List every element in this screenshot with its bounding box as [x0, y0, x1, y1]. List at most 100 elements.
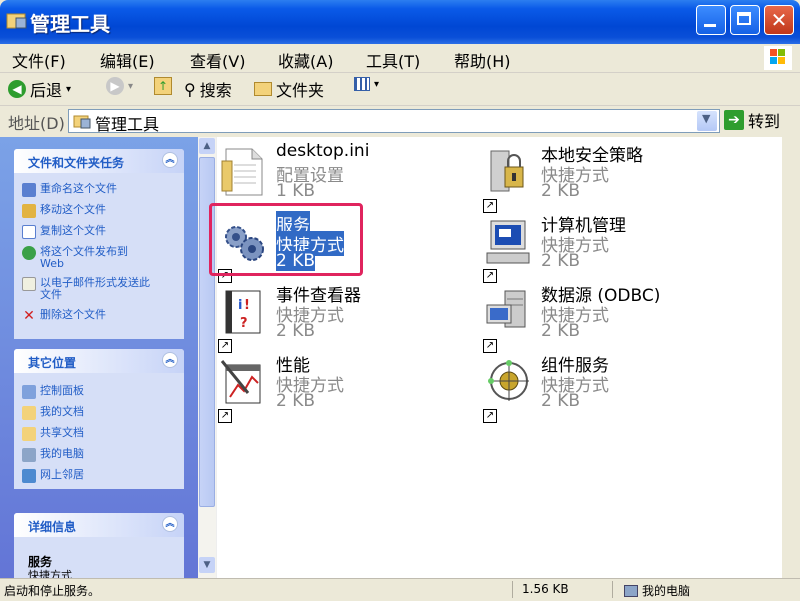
status-zone-label: 我的电脑: [642, 584, 691, 598]
search-button[interactable]: ⚲ 搜索: [184, 77, 232, 101]
file-tasks-panel: 文件和文件夹任务 ︽ 重命名这个文件 移动这个文件 复制这个文件 将这个文件发布…: [14, 149, 184, 339]
close-icon: ✕: [770, 8, 788, 32]
file-size: 2 KB: [541, 321, 581, 341]
collapse-chevron-icon[interactable]: ︽: [162, 152, 178, 168]
details-title: 详细信息: [28, 520, 77, 534]
back-dropdown-icon[interactable]: ▾: [66, 84, 71, 95]
place-my-documents[interactable]: 我的文档: [22, 406, 84, 420]
task-email[interactable]: 以电子邮件形式发送此文件: [22, 277, 152, 301]
address-value: 管理工具: [95, 115, 160, 134]
collapse-chevron-icon[interactable]: ︽: [162, 516, 178, 532]
chevron-down-icon: ▼: [702, 112, 711, 125]
menu-tools[interactable]: 工具(T): [366, 48, 420, 72]
file-size: 2 KB: [541, 391, 581, 411]
file-item-odbc[interactable]: ↗ 数据源 (ODBC) 快捷方式 2 KB: [483, 281, 723, 353]
window-title: 管理工具: [30, 12, 110, 36]
my-computer-icon: [22, 448, 36, 462]
details-header[interactable]: 详细信息 ︽: [14, 513, 184, 537]
task-delete-label: 删除这个文件: [40, 308, 106, 321]
place-network[interactable]: 网上邻居: [22, 469, 84, 483]
views-dropdown-icon: ▾: [374, 78, 380, 90]
details-panel: 详细信息 ︽ 服务 快捷方式: [14, 513, 184, 578]
views-button[interactable]: ▾: [354, 77, 379, 91]
up-folder-button[interactable]: ↑: [154, 77, 172, 95]
status-bar: 启动和停止服务。 1.56 KB 我的电脑: [0, 578, 800, 601]
task-delete[interactable]: ✕ 删除这个文件: [22, 308, 106, 324]
back-button[interactable]: ◀ 后退 ▾: [8, 77, 71, 101]
place-shared-documents[interactable]: 共享文档: [22, 427, 84, 441]
svg-text:i: i: [238, 298, 242, 313]
control-panel-icon: [22, 385, 36, 399]
address-field[interactable]: 管理工具 ▼: [68, 109, 720, 134]
computer-management-icon: [486, 220, 530, 264]
folders-button[interactable]: 文件夹: [254, 77, 324, 101]
delete-x-icon: ✕: [23, 308, 35, 324]
menu-help[interactable]: 帮助(H): [454, 48, 511, 72]
title-bar[interactable]: [0, 0, 800, 44]
file-size: 2 KB: [541, 181, 581, 201]
menu-bar: 文件(F) 编辑(E) 查看(V) 收藏(A) 工具(T) 帮助(H): [0, 44, 800, 73]
security-policy-icon: [490, 150, 524, 192]
maximize-button[interactable]: [730, 5, 760, 35]
file-tasks-header[interactable]: 文件和文件夹任务 ︽: [14, 149, 184, 173]
search-label: 搜索: [199, 81, 232, 100]
close-button[interactable]: ✕: [764, 5, 794, 35]
ini-file-icon: [221, 148, 263, 196]
file-item-component-services[interactable]: ↗ 组件服务 快捷方式 2 KB: [483, 351, 723, 423]
address-dropdown-button[interactable]: ▼: [697, 111, 717, 131]
status-divider: [612, 581, 613, 598]
menu-file[interactable]: 文件(F): [12, 48, 66, 72]
task-rename-label: 重命名这个文件: [40, 182, 117, 195]
file-item-local-security-policy[interactable]: ↗ 本地安全策略 快捷方式 2 KB: [483, 141, 723, 213]
place-control-panel[interactable]: 控制面板: [22, 385, 84, 399]
minimize-button[interactable]: [696, 5, 726, 35]
move-icon: [22, 204, 36, 218]
file-item-event-viewer[interactable]: i ! ? ↗ 事件查看器 快捷方式 2 KB: [218, 281, 458, 353]
status-divider: [512, 581, 513, 598]
file-size: 2 KB: [541, 251, 581, 271]
task-email-label: 以电子邮件形式发送此文件: [40, 276, 150, 301]
shortcut-arrow-icon: ↗: [218, 409, 232, 423]
scroll-down-icon[interactable]: ▼: [199, 557, 215, 573]
forward-button[interactable]: ▶ ▾: [106, 77, 133, 95]
other-places-title: 其它位置: [28, 356, 77, 370]
collapse-chevron-icon[interactable]: ︽: [162, 352, 178, 368]
shortcut-arrow-icon: ↗: [483, 409, 497, 423]
place-my-documents-label: 我的文档: [40, 405, 84, 418]
svg-text:?: ?: [240, 316, 248, 331]
task-copy[interactable]: 复制这个文件: [22, 225, 106, 239]
place-shared-documents-label: 共享文档: [40, 426, 84, 439]
folder-icon: [254, 82, 272, 96]
maximize-icon: [737, 12, 751, 25]
task-publish-web[interactable]: 将这个文件发布到 Web: [22, 246, 152, 270]
toolbar: ◀ 后退 ▾ ▶ ▾ ↑ ⚲ 搜索 文件夹 ▾: [0, 73, 800, 106]
file-item-computer-management[interactable]: ↗ 计算机管理 快捷方式 2 KB: [483, 211, 723, 283]
address-label: 地址(D): [8, 114, 65, 133]
file-tasks-title: 文件和文件夹任务: [28, 156, 125, 170]
task-move[interactable]: 移动这个文件: [22, 204, 106, 218]
folder-tools-icon: [6, 13, 27, 29]
file-item-desktop-ini[interactable]: desktop.ini 配置设置 1 KB: [218, 141, 458, 207]
forward-arrow-icon: ▶: [106, 77, 124, 95]
menu-edit[interactable]: 编辑(E): [100, 48, 155, 72]
menu-favorites[interactable]: 收藏(A): [278, 48, 333, 72]
task-move-label: 移动这个文件: [40, 203, 106, 216]
globe-icon: [22, 246, 36, 260]
file-size: 2 KB: [276, 391, 316, 411]
place-my-computer-label: 我的电脑: [40, 447, 84, 460]
place-my-computer[interactable]: 我的电脑: [22, 448, 84, 462]
my-documents-icon: [22, 406, 36, 420]
status-size: 1.56 KB: [522, 582, 569, 596]
forward-dropdown-icon[interactable]: ▾: [128, 81, 133, 92]
windows-logo-icon: [764, 46, 792, 70]
task-rename[interactable]: 重命名这个文件: [22, 183, 117, 197]
file-item-performance[interactable]: ↗ 性能 快捷方式 2 KB: [218, 351, 458, 423]
up-folder-icon: ↑: [154, 77, 172, 95]
menu-view[interactable]: 查看(V): [190, 48, 245, 72]
go-button[interactable]: ➔ 转到: [724, 108, 780, 132]
other-places-header[interactable]: 其它位置 ︽: [14, 349, 184, 373]
other-places-panel: 其它位置 ︽ 控制面板 我的文档 共享文档 我的电脑 网上邻居: [14, 349, 184, 489]
file-size: 2 KB: [276, 321, 316, 341]
go-arrow-icon: ➔: [724, 110, 744, 130]
scroll-up-icon[interactable]: ▲: [199, 138, 215, 154]
